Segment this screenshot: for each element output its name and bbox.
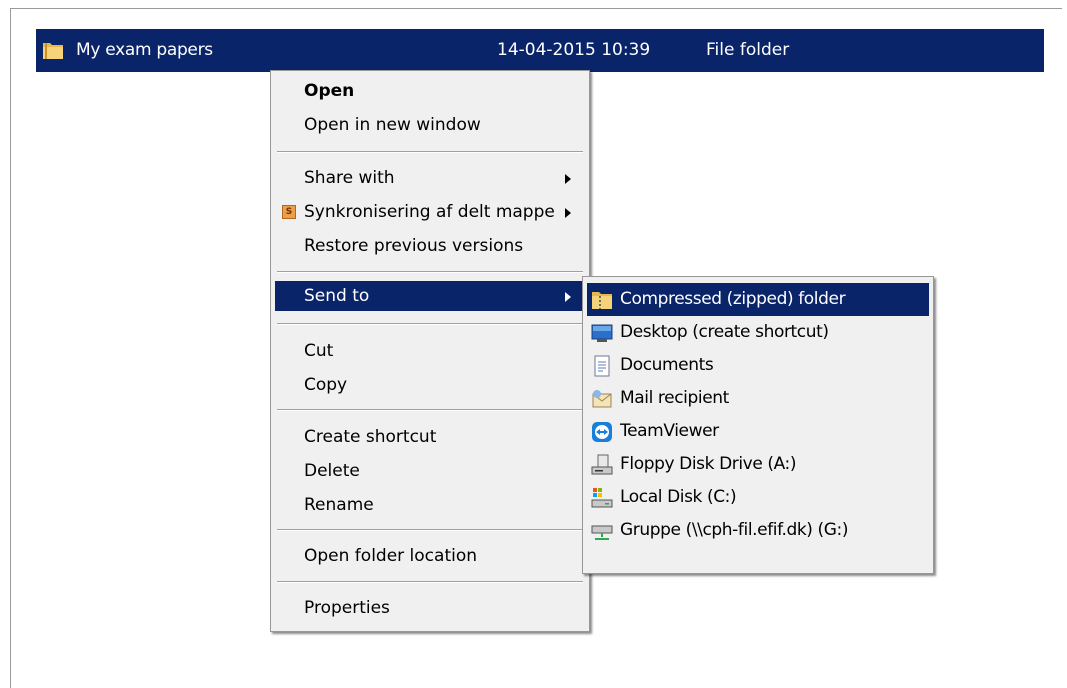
submenu-arrow-icon	[565, 174, 571, 184]
menu-item-label: Share with	[304, 168, 395, 188]
menu-item-restore-previous-versions[interactable]: Restore previous versions	[275, 231, 585, 261]
send-to-item-label: Desktop (create shortcut)	[620, 322, 829, 342]
menu-item-label: Restore previous versions	[304, 236, 524, 256]
menu-item-open-new-window[interactable]: Open in new window	[275, 110, 585, 140]
mail-icon	[592, 390, 612, 408]
menu-separator	[277, 323, 583, 325]
context-menu: Open Open in new window Share with S Syn…	[270, 70, 590, 632]
menu-item-sync-shared-folder[interactable]: S Synkronisering af delt mappe	[275, 197, 585, 227]
send-to-item-label: TeamViewer	[620, 421, 719, 441]
send-to-item-label: Floppy Disk Drive (A:)	[620, 454, 797, 474]
send-to-item-label: Mail recipient	[620, 388, 729, 408]
menu-item-delete[interactable]: Delete	[275, 456, 585, 486]
menu-separator	[277, 271, 583, 273]
menu-item-share-with[interactable]: Share with	[275, 163, 585, 193]
menu-item-label: Open folder location	[304, 546, 478, 566]
menu-separator	[277, 529, 583, 531]
documents-icon	[594, 355, 610, 377]
submenu-arrow-icon	[565, 208, 571, 218]
floppy-drive-icon	[591, 454, 613, 475]
menu-item-label: Copy	[304, 375, 348, 395]
file-name: My exam papers	[76, 40, 213, 60]
send-to-item-label: Gruppe (\\cph-fil.efif.dk) (G:)	[620, 520, 849, 540]
send-to-item-label: Local Disk (C:)	[620, 487, 737, 507]
menu-item-label: Delete	[304, 461, 360, 481]
menu-item-label: Open in new window	[304, 115, 481, 135]
menu-item-label: Cut	[304, 341, 334, 361]
menu-item-properties[interactable]: Properties	[275, 593, 585, 623]
menu-separator	[277, 581, 583, 583]
send-to-item-label: Documents	[620, 355, 714, 375]
sync-icon: S	[282, 205, 296, 219]
menu-item-label: Synkronisering af delt mappe	[304, 202, 555, 222]
menu-item-cut[interactable]: Cut	[275, 336, 585, 366]
send-to-item-mail-recipient[interactable]: Mail recipient	[587, 382, 929, 415]
send-to-submenu: Compressed (zipped) folder Desktop (crea…	[582, 276, 934, 574]
menu-item-label: Send to	[304, 286, 370, 306]
send-to-item-label: Compressed (zipped) folder	[620, 289, 846, 309]
send-to-item-local-disk[interactable]: Local Disk (C:)	[587, 481, 929, 514]
desktop-icon	[591, 324, 613, 342]
zip-folder-icon	[592, 292, 612, 309]
send-to-item-compressed-folder[interactable]: Compressed (zipped) folder	[587, 283, 929, 316]
menu-item-label: Properties	[304, 598, 390, 618]
menu-item-copy[interactable]: Copy	[275, 370, 585, 400]
send-to-item-teamviewer[interactable]: TeamViewer	[587, 415, 929, 448]
menu-item-rename[interactable]: Rename	[275, 490, 585, 520]
send-to-item-documents[interactable]: Documents	[587, 349, 929, 382]
menu-item-create-shortcut[interactable]: Create shortcut	[275, 422, 585, 452]
menu-item-label: Create shortcut	[304, 427, 437, 447]
menu-item-open-folder-location[interactable]: Open folder location	[275, 541, 585, 571]
file-date-modified: 14-04-2015 10:39	[497, 40, 651, 60]
menu-separator	[277, 409, 583, 411]
send-to-item-floppy-drive[interactable]: Floppy Disk Drive (A:)	[587, 448, 929, 481]
menu-item-label: Rename	[304, 495, 374, 515]
file-row-selected[interactable]: My exam papers 14-04-2015 10:39 File fol…	[36, 29, 1044, 72]
menu-item-send-to[interactable]: Send to	[275, 281, 585, 311]
menu-separator	[277, 151, 583, 153]
folder-icon	[43, 43, 63, 59]
menu-item-label: Open	[304, 81, 355, 101]
submenu-arrow-icon	[565, 292, 571, 302]
network-drive-icon	[591, 525, 613, 540]
local-disk-icon	[591, 488, 613, 508]
send-to-item-network-drive[interactable]: Gruppe (\\cph-fil.efif.dk) (G:)	[587, 514, 929, 547]
teamviewer-icon	[592, 422, 612, 442]
file-type: File folder	[706, 40, 790, 60]
send-to-item-desktop[interactable]: Desktop (create shortcut)	[587, 316, 929, 349]
menu-item-open[interactable]: Open	[275, 76, 585, 106]
